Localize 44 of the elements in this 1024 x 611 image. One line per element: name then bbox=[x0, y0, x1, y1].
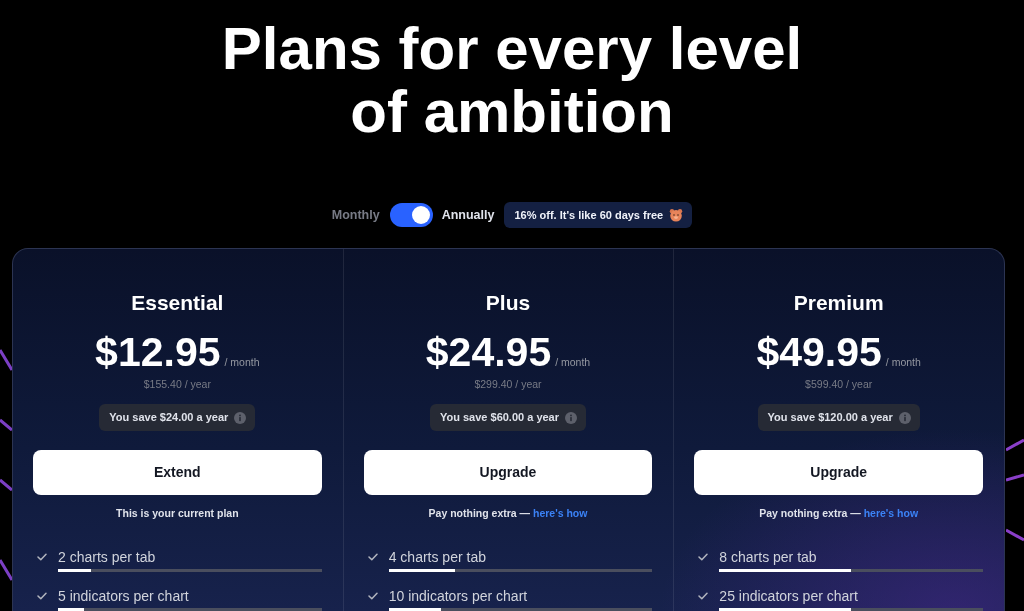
check-icon bbox=[37, 592, 47, 600]
heres-how-link[interactable]: here's how bbox=[863, 507, 919, 519]
plan-note: Pay nothing extra — here's how bbox=[428, 506, 588, 520]
plan-note: This is your current plan bbox=[116, 506, 239, 520]
info-icon bbox=[898, 411, 911, 424]
page-heading: Plans for every level of ambition bbox=[220, 17, 804, 143]
check-icon bbox=[367, 553, 378, 561]
plan-note: Pay nothing extra — here's how bbox=[759, 506, 919, 520]
feature-label: 25 indicators per chart bbox=[719, 587, 859, 605]
plan-name: Premium bbox=[793, 290, 884, 316]
plan-price: $24.95 bbox=[425, 330, 552, 374]
savings-text: You save $60.00 a year bbox=[439, 410, 560, 426]
plan-button[interactable]: Upgrade bbox=[694, 450, 983, 495]
billing-toggle-switch[interactable] bbox=[389, 203, 433, 227]
yearly-price: $599.40 / year bbox=[805, 377, 873, 391]
plan-price: $12.95 bbox=[95, 330, 221, 374]
info-icon bbox=[234, 411, 247, 424]
plan-price: $49.95 bbox=[756, 330, 882, 374]
feature-label: 4 charts per tab bbox=[388, 548, 487, 566]
check-icon bbox=[698, 592, 709, 600]
info-icon bbox=[565, 411, 578, 424]
yearly-price: $299.40 / year bbox=[474, 377, 542, 391]
feature-label: 10 indicators per chart bbox=[388, 587, 529, 605]
plan-name: Essential bbox=[131, 290, 224, 316]
yearly-price: $155.40 / year bbox=[143, 377, 211, 391]
plan-button[interactable]: Extend bbox=[33, 450, 322, 495]
check-icon bbox=[367, 592, 378, 600]
plan-button[interactable]: Upgrade bbox=[363, 450, 653, 495]
heres-how-link[interactable]: here's how bbox=[533, 507, 588, 519]
feature-label: 8 charts per tab bbox=[719, 548, 818, 566]
price-period: / month bbox=[224, 355, 260, 370]
animal-face-icon bbox=[669, 208, 684, 222]
billing-option-label[interactable]: Annually bbox=[441, 205, 495, 225]
billing-option-label[interactable]: Monthly bbox=[331, 205, 380, 225]
feature-label: 2 charts per tab bbox=[58, 548, 157, 566]
check-icon bbox=[37, 553, 47, 561]
savings-text: You save $120.00 a year bbox=[767, 410, 893, 426]
savings-text: You save $24.00 a year bbox=[109, 410, 229, 426]
plan-name: Plus bbox=[485, 290, 531, 316]
price-period: / month bbox=[885, 355, 921, 370]
discount-text: 16% off. It's like 60 days free bbox=[514, 207, 664, 223]
check-icon bbox=[698, 553, 709, 561]
price-period: / month bbox=[555, 355, 591, 370]
feature-label: 5 indicators per chart bbox=[58, 587, 190, 605]
